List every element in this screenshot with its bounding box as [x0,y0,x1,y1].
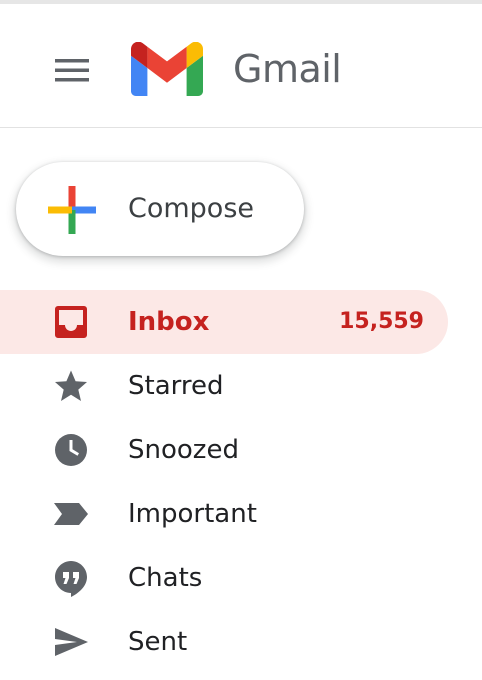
inbox-icon [50,302,92,342]
sidebar-item-label: Snoozed [128,435,239,465]
sidebar-item-label: Inbox [128,307,210,337]
sidebar-item-label: Starred [128,371,224,401]
main-menu-button[interactable] [44,42,100,98]
sidebar-nav: Inbox 15,559 Starred Snoozed Important C… [0,290,482,674]
clock-icon [50,430,92,470]
sidebar-item-label: Sent [128,627,188,657]
sidebar-item-chats[interactable]: Chats [0,546,448,610]
compose-button[interactable]: Compose [16,162,304,256]
plus-icon [48,186,96,234]
important-icon [50,494,92,534]
gmail-logo-icon[interactable] [131,42,203,96]
app-name: Gmail [233,47,342,91]
app-header: Gmail [0,4,482,128]
star-icon [50,366,92,406]
compose-label: Compose [128,193,255,224]
sidebar-item-inbox[interactable]: Inbox 15,559 [0,290,448,354]
sidebar-item-starred[interactable]: Starred [0,354,448,418]
sidebar-item-sent[interactable]: Sent [0,610,448,674]
send-icon [50,622,92,662]
sidebar-item-important[interactable]: Important [0,482,448,546]
sidebar-item-label: Important [128,499,257,529]
chat-icon [50,558,92,598]
hamburger-menu-icon [55,59,89,82]
unread-count-badge: 15,559 [339,309,424,334]
sidebar-item-snoozed[interactable]: Snoozed [0,418,448,482]
sidebar-item-label: Chats [128,563,203,593]
